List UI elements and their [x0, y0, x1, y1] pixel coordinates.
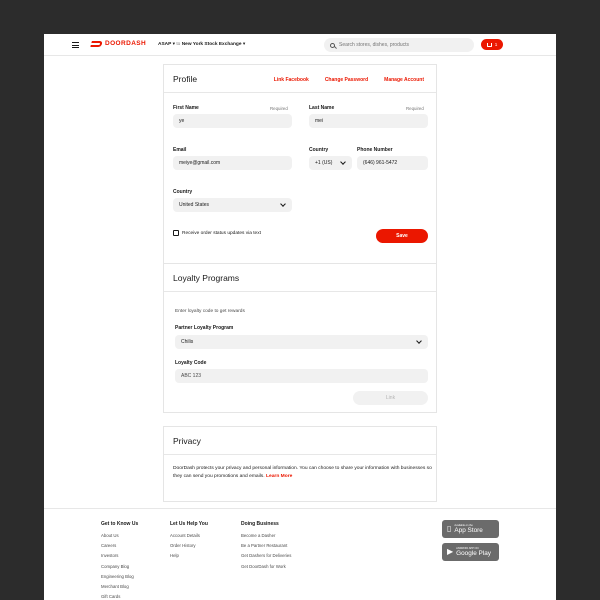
footer-col-title: Get to Know Us [101, 521, 139, 527]
doordash-logo-icon [90, 40, 103, 47]
footer-link[interactable]: Be a Partner Restaurant [241, 543, 291, 548]
hamburger-menu-icon[interactable] [72, 42, 79, 48]
learn-more-link[interactable]: Learn More [266, 474, 292, 479]
link-loyalty-button[interactable]: Link [353, 391, 428, 405]
sms-updates-label: Receive order status updates via text [182, 231, 261, 236]
loyalty-header: Loyalty Programs [164, 264, 436, 292]
chevron-down-icon [280, 201, 286, 207]
footer-link[interactable]: Account Details [170, 533, 208, 538]
footer-col-title: Let Us Help You [170, 521, 208, 527]
cart-button[interactable]: 1 [481, 39, 503, 50]
footer-col-get-to-know-us: Get to Know Us About Us Careers Investor… [101, 521, 138, 600]
privacy-card: Privacy DoorDash protects your privacy a… [163, 426, 437, 502]
play-icon: ▶ [447, 547, 454, 556]
email-label: Email [173, 147, 187, 153]
footer-col-help: Let Us Help You Account Details Order Hi… [170, 521, 208, 564]
email-field[interactable]: meiye@gmail.com [173, 156, 292, 170]
last-name-required: Required [406, 106, 424, 111]
partner-program-select[interactable]: Chilis [175, 335, 428, 349]
privacy-title: Privacy [173, 436, 201, 446]
chevron-down-icon [340, 159, 346, 165]
change-password-link[interactable]: Change Password [325, 77, 368, 83]
app-store-label: App Store [454, 527, 483, 534]
phone-label: Phone Number [357, 147, 393, 153]
footer-link[interactable]: Gift Cards [101, 594, 138, 599]
link-facebook-link[interactable]: Link Facebook [274, 77, 309, 83]
footer-link[interactable]: Order History [170, 543, 208, 548]
chevron-down-icon [416, 338, 422, 344]
loyalty-code-field[interactable]: ABC 123 [175, 369, 428, 383]
loyalty-code-label: Loyalty Code [175, 360, 207, 366]
country-code-value: +1 (US) [315, 160, 333, 166]
profile-links: Link Facebook Change Password Manage Acc… [274, 77, 424, 83]
first-name-field[interactable]: ye [173, 114, 292, 128]
search-bar[interactable] [324, 38, 474, 52]
footer-link[interactable]: Investors [101, 553, 138, 558]
profile-card: Profile Link Facebook Change Password Ma… [163, 64, 437, 282]
footer-col-title: Doing Business [241, 521, 279, 527]
partner-program-value: Chilis [181, 339, 194, 345]
country-select[interactable]: United States [173, 198, 292, 212]
footer-link[interactable]: Become a Dasher [241, 533, 291, 538]
privacy-text: DoorDash protects your privacy and perso… [173, 465, 433, 481]
save-button[interactable]: Save [376, 229, 428, 243]
profile-title: Profile [173, 74, 198, 84]
delivery-address: New York Stock Exchange [181, 42, 242, 47]
phone-icon: ▯ [447, 524, 452, 533]
loyalty-title: Loyalty Programs [173, 273, 240, 283]
page: DOORDASH ASAP ▾ to New York Stock Exchan… [44, 34, 556, 600]
cart-count: 1 [494, 42, 498, 47]
last-name-field[interactable]: mei [309, 114, 428, 128]
first-name-label: First Name [173, 105, 199, 111]
google-play-label: Google Play [456, 550, 491, 557]
loyalty-intro: Enter loyalty code to get rewards [175, 309, 245, 314]
country-label: Country [173, 189, 193, 195]
footer-link[interactable]: About Us [101, 533, 138, 538]
country-value: United States [179, 202, 210, 208]
country-code-select[interactable]: +1 (US) [309, 156, 352, 170]
search-icon [330, 42, 335, 48]
last-name-label: Last Name [309, 105, 335, 111]
sms-updates-checkbox[interactable] [173, 230, 179, 236]
footer-col-business: Doing Business Become a Dasher Be a Part… [241, 521, 291, 574]
first-name-required: Required [270, 106, 288, 111]
delivery-time-address[interactable]: ASAP ▾ to New York Stock Exchange ▾ [158, 42, 245, 47]
address-prefix: to [176, 42, 181, 47]
search-input[interactable] [339, 42, 459, 48]
footer: Get to Know Us About Us Careers Investor… [44, 508, 556, 600]
partner-program-label: Partner Loyalty Program [175, 325, 234, 331]
footer-link[interactable]: Merchant Blog [101, 584, 138, 589]
manage-account-link[interactable]: Manage Account [384, 77, 424, 83]
footer-link[interactable]: Get DoorDash for Work [241, 564, 291, 569]
footer-link[interactable]: Company Blog [101, 564, 138, 569]
app-store-badge[interactable]: ▯ Available on the App Store [442, 520, 499, 538]
footer-link[interactable]: Careers [101, 543, 138, 548]
google-play-badge[interactable]: ▶ ANDROID APP ON Google Play [442, 543, 499, 561]
privacy-description: DoorDash protects your privacy and perso… [173, 466, 432, 479]
loyalty-code-placeholder: ABC 123 [181, 373, 202, 379]
cart-icon [486, 42, 492, 47]
footer-link[interactable]: Engineering Blog [101, 574, 138, 579]
phone-field[interactable]: (646) 961-5472 [357, 156, 428, 170]
footer-link[interactable]: Help [170, 553, 208, 558]
profile-header: Profile Link Facebook Change Password Ma… [164, 65, 436, 93]
privacy-header: Privacy [164, 427, 436, 455]
country-code-label: Country [309, 147, 329, 153]
top-nav: DOORDASH ASAP ▾ to New York Stock Exchan… [44, 34, 556, 56]
delivery-time: ASAP [158, 42, 172, 47]
footer-link[interactable]: Get Dashers for Deliveries [241, 553, 291, 558]
brand-name: DOORDASH [105, 40, 147, 47]
doordash-logo[interactable]: DOORDASH [90, 40, 147, 47]
loyalty-card: Loyalty Programs Enter loyalty code to g… [163, 263, 437, 413]
